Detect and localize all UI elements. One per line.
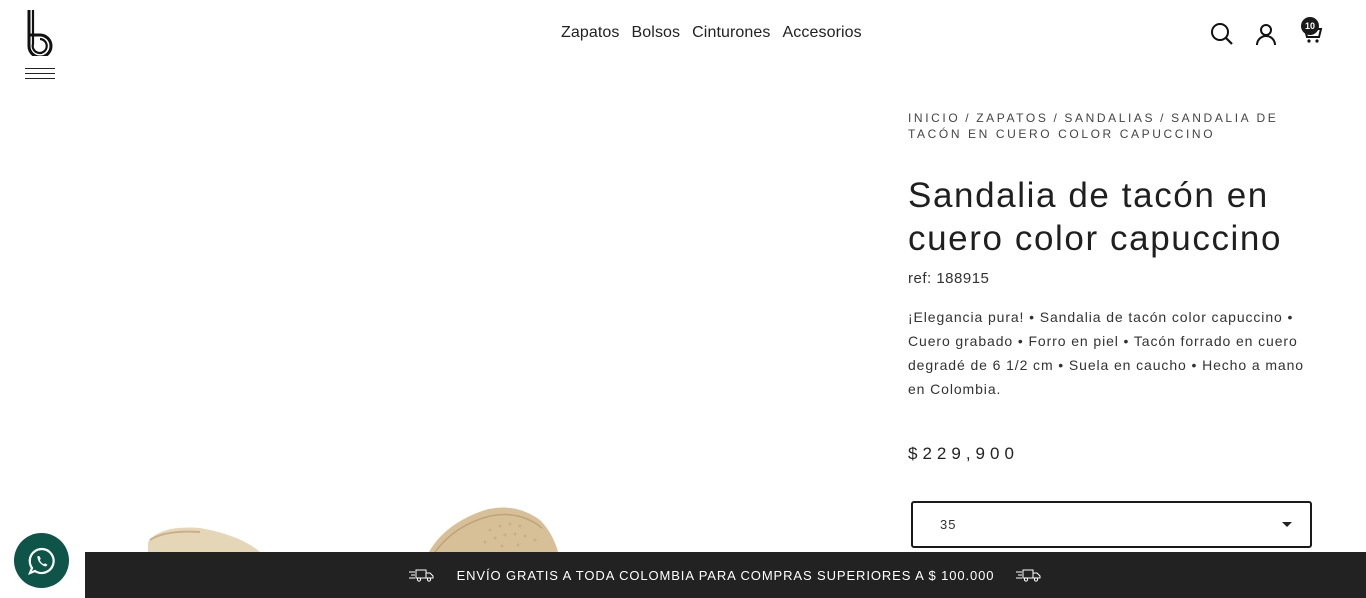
delivery-truck-icon — [1016, 569, 1041, 582]
hamburger-line — [25, 73, 55, 74]
product-title-line2: cuero color capuccino — [908, 219, 1283, 258]
nav-item-accesorios[interactable]: Accesorios — [783, 24, 862, 42]
brand-logo[interactable] — [24, 8, 58, 56]
product-image — [148, 507, 560, 560]
breadcrumb-separator: / — [1160, 111, 1167, 125]
chevron-down-icon — [1282, 522, 1292, 527]
breadcrumb-sandalias[interactable]: SANDALIAS — [1064, 111, 1155, 125]
product-description: ¡Elegancia pura! • Sandalia de tacón col… — [908, 309, 1304, 397]
free-shipping-banner: ENVÍO GRATIS A TODA COLOMBIA PARA COMPRA… — [85, 552, 1366, 598]
whatsapp-button[interactable] — [14, 533, 69, 588]
product-title-line1: Sandalia de tacón en — [908, 176, 1269, 215]
breadcrumb-zapatos[interactable]: ZAPATOS — [976, 111, 1048, 125]
hamburger-menu-button[interactable] — [25, 68, 55, 84]
free-shipping-text: ENVÍO GRATIS A TODA COLOMBIA PARA COMPRA… — [456, 567, 995, 583]
whatsapp-icon — [27, 547, 55, 575]
delivery-truck-icon — [408, 569, 434, 582]
cart-count-badge: 10 — [1301, 17, 1319, 35]
hamburger-line — [25, 78, 55, 79]
product-title: Sandalia de tacón en cuero color capucci… — [908, 174, 1328, 260]
product-price: $229,900 — [908, 444, 1019, 463]
breadcrumb: INICIO / ZAPATOS / SANDALIAS / SANDALIA DE TAC… — [908, 110, 1308, 142]
nav-item-cinturones[interactable]: Cinturones — [692, 24, 770, 42]
nav-item-bolsos[interactable]: Bolsos — [632, 24, 681, 42]
breadcrumb-separator: / — [1053, 111, 1060, 125]
size-select[interactable]: 35 — [911, 501, 1312, 548]
user-icon[interactable] — [1254, 22, 1278, 46]
search-icon[interactable] — [1210, 22, 1234, 46]
hamburger-line — [25, 68, 55, 69]
nav-item-zapatos[interactable]: Zapatos — [561, 24, 620, 42]
breadcrumb-separator: / — [965, 111, 972, 125]
size-selected-value: 35 — [940, 517, 957, 532]
breadcrumb-inicio[interactable]: INICIO — [908, 111, 960, 125]
product-ref: ref: 188915 — [908, 270, 990, 287]
